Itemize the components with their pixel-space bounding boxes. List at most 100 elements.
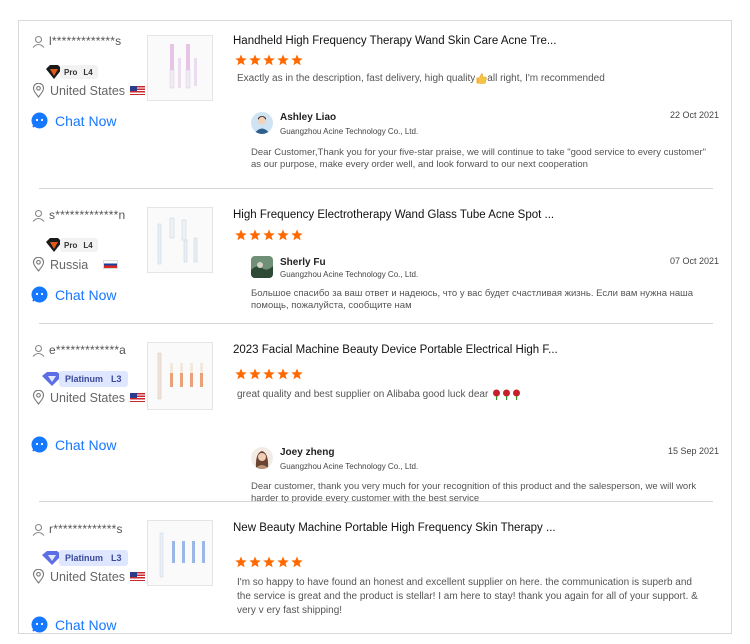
reply-author-name: Sherly Fu [280,257,326,268]
star-icon [235,368,247,380]
star-icon [263,368,275,380]
product-thumbnail[interactable] [147,342,213,410]
country-row: Russia [32,257,119,272]
reviewer-name: r*************s [49,522,123,536]
review-item: r*************s Platinum L3 United States… [19,502,731,634]
avatar [251,447,273,469]
supplier-reply: Ashley Liao Guangzhou Acine Technology C… [249,109,719,173]
product-image [157,217,198,265]
product-image [159,532,205,578]
user-icon [32,35,45,48]
tier-label: Pro [64,67,78,77]
reply-date: 15 Sep 2021 [667,446,719,456]
tier-badge: Pro L4 [45,237,98,253]
location-pin-icon [32,390,45,405]
tier-level: L3 [111,374,122,384]
reply-date: 22 Oct 2021 [669,110,719,120]
tier-label: Pro [64,240,78,250]
product-title[interactable]: New Beauty Machine Portable High Frequen… [233,522,556,534]
reviewer-row: r*************s [32,522,123,536]
star-icon [277,54,289,66]
supplier-reply: Sherly Fu Guangzhou Acine Technology Co.… [249,255,719,315]
star-icon [291,229,303,241]
product-image [157,352,203,400]
rating-stars [235,368,303,380]
product-thumbnail[interactable] [147,35,213,101]
chat-bubble-icon [31,112,48,129]
reply-date: 07 Oct 2021 [669,256,719,266]
country-name: United States [50,569,126,584]
star-icon [263,229,275,241]
rating-stars [235,556,303,568]
star-icon [249,54,261,66]
reply-text: Большое спасибо за ваш ответ и надеюсь, … [251,288,694,311]
star-icon [277,556,289,568]
tier-badge: Pro L4 [45,64,98,80]
review-comment: Exactly as in the description, fast deli… [237,73,605,84]
product-title[interactable]: 2023 Facial Machine Beauty Device Portab… [233,344,558,356]
tier-label: Platinum [65,374,104,384]
tier-label: Platinum [65,553,104,563]
us-flag-icon [130,572,146,581]
review-item: s*************n Pro L4 Russia Chat Now Hi… [19,189,731,323]
reviewer-name: e*************a [49,343,127,357]
avatar [251,112,273,134]
reviewer-row: l*************s [32,34,121,48]
location-pin-icon [32,257,45,272]
product-thumbnail[interactable] [147,520,213,586]
chat-now-label: Chat Now [55,436,117,453]
country-row: United States [32,569,146,584]
location-pin-icon [32,569,45,584]
product-image [169,44,197,89]
product-title[interactable]: Handheld High Frequency Therapy Wand Ski… [233,35,556,47]
star-icon [235,229,247,241]
country-row: United States [32,390,146,405]
star-icon [249,229,261,241]
chat-bubble-icon [31,286,48,303]
reply-author-name: Joey zheng [280,447,335,458]
us-flag-icon [130,86,146,95]
reviews-panel: l*************s Pro L4 United States Chat… [18,20,732,634]
reply-company: Guangzhou Acine Technology Co., Ltd. [280,270,419,279]
reply-text: Dear Customer,Thank you for your five-st… [251,147,707,170]
avatar [251,256,273,278]
user-icon [32,209,45,222]
tier-level: L3 [111,553,122,563]
chat-now-button[interactable]: Chat Now [31,436,116,453]
review-comment: great quality and best supplier on Aliba… [237,388,707,402]
country-row: United States [32,83,146,98]
product-title[interactable]: High Frequency Electrotherapy Wand Glass… [233,209,554,221]
star-icon [263,556,275,568]
rating-stars [235,229,303,241]
country-name: Russia [50,257,89,272]
user-icon [32,523,45,536]
russia-flag-icon [103,260,119,269]
review-item: e*************a Platinum L3 United States… [19,324,731,504]
chat-now-label: Chat Now [55,286,117,303]
chat-now-button[interactable]: Chat Now [31,616,116,633]
star-icon [291,556,303,568]
chat-bubble-icon [31,616,48,633]
user-icon [32,344,45,357]
rating-stars [235,54,303,66]
chat-now-label: Chat Now [55,616,117,633]
star-icon [291,368,303,380]
review-item: l*************s Pro L4 United States Chat… [19,21,731,189]
tier-badge: Platinum L3 [41,550,128,566]
chat-now-button[interactable]: Chat Now [31,112,116,129]
supplier-reply: Joey zheng Guangzhou Acine Technology Co… [249,444,719,504]
star-icon [277,368,289,380]
star-icon [263,54,275,66]
chat-bubble-icon [31,436,48,453]
chat-now-button[interactable]: Chat Now [31,286,116,303]
product-thumbnail[interactable] [147,207,213,273]
reply-company: Guangzhou Acine Technology Co., Ltd. [280,462,419,471]
star-icon [235,556,247,568]
star-icon [291,54,303,66]
review-comment: I'm so happy to have found an honest and… [237,577,698,616]
chat-now-label: Chat Now [55,112,117,129]
thumbs-up-icon [476,73,487,84]
us-flag-icon [130,393,146,402]
reviewer-row: e*************a [32,343,126,357]
location-pin-icon [32,83,45,98]
